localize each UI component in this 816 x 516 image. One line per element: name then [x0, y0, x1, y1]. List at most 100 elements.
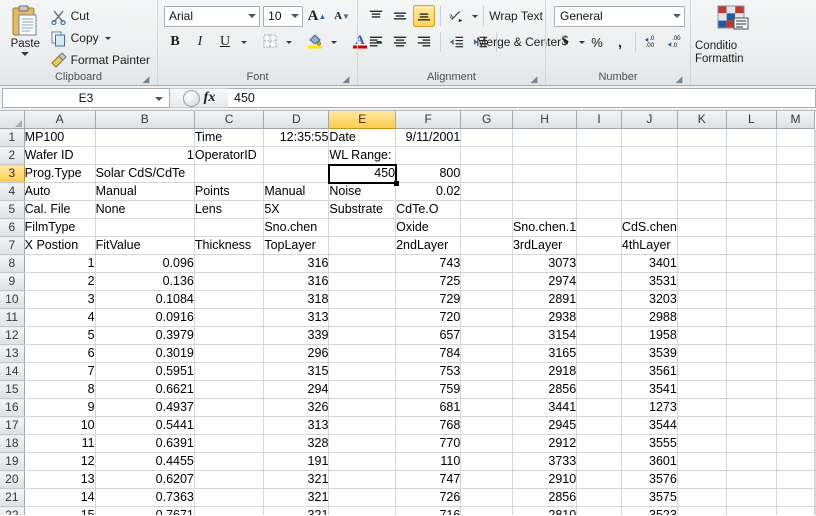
cell-M3[interactable] [776, 164, 815, 183]
cell-K12[interactable] [677, 326, 727, 345]
cell-K18[interactable] [677, 434, 727, 453]
cell-I21[interactable] [576, 488, 622, 507]
cell-A21[interactable]: 14 [24, 488, 96, 507]
chevron-down-icon[interactable] [248, 13, 257, 18]
cell-C6[interactable] [194, 218, 265, 237]
cell-M14[interactable] [776, 362, 815, 381]
cell-spacer-19[interactable] [814, 452, 816, 471]
cell-A22[interactable]: 15 [24, 506, 96, 515]
cell-spacer-1[interactable] [814, 128, 816, 147]
cell-C2[interactable]: OperatorID [194, 146, 265, 165]
cell-L7[interactable] [726, 236, 778, 255]
cell-L16[interactable] [726, 398, 778, 417]
cell-D14[interactable]: 315 [263, 362, 330, 381]
cell-L15[interactable] [726, 380, 778, 399]
cell-L12[interactable] [726, 326, 778, 345]
row-header-19[interactable]: 19 [0, 452, 25, 471]
cell-M15[interactable] [776, 380, 815, 399]
cell-D22[interactable]: 321 [263, 506, 330, 515]
cell-G1[interactable] [460, 128, 513, 147]
column-header-b[interactable]: B [95, 111, 195, 129]
cell-B7[interactable]: FitValue [95, 236, 195, 255]
cell-F9[interactable]: 725 [395, 272, 462, 291]
cell-B3[interactable]: Solar CdS/CdTe [95, 164, 195, 183]
row-header-17[interactable]: 17 [0, 416, 25, 435]
cell-L19[interactable] [726, 452, 778, 471]
cell-H4[interactable] [512, 182, 578, 201]
cell-B17[interactable]: 0.5441 [95, 416, 195, 435]
row-header-14[interactable]: 14 [0, 362, 25, 381]
percent-style-button[interactable]: % [586, 31, 608, 53]
cell-M19[interactable] [776, 452, 815, 471]
column-header-j[interactable]: J [621, 111, 678, 129]
cell-L14[interactable] [726, 362, 778, 381]
cell-spacer-22[interactable] [814, 506, 816, 515]
cell-F8[interactable]: 743 [395, 254, 462, 273]
bold-button[interactable]: B [164, 31, 186, 53]
cell-H10[interactable]: 2891 [512, 290, 578, 309]
cell-B13[interactable]: 0.3019 [95, 344, 195, 363]
paste-button[interactable]: Paste [4, 3, 47, 70]
cell-I1[interactable] [576, 128, 622, 147]
cell-A4[interactable]: Auto [24, 182, 96, 201]
cell-L11[interactable] [726, 308, 778, 327]
cell-F22[interactable]: 716 [395, 506, 462, 515]
row-header-1[interactable]: 1 [0, 128, 25, 147]
cell-G3[interactable] [460, 164, 513, 183]
cell-I22[interactable] [576, 506, 622, 515]
cell-E2[interactable]: WL Range: [328, 146, 397, 165]
cell-A2[interactable]: Wafer ID [24, 146, 96, 165]
cell-M11[interactable] [776, 308, 815, 327]
cell-D17[interactable]: 313 [263, 416, 330, 435]
cell-D9[interactable]: 316 [263, 272, 330, 291]
cell-A6[interactable]: FilmType [24, 218, 96, 237]
font-size-combo[interactable]: 10 [263, 5, 303, 27]
cell-M4[interactable] [776, 182, 815, 201]
column-header-g[interactable]: G [460, 111, 513, 129]
cell-L4[interactable] [726, 182, 778, 201]
cell-L22[interactable] [726, 506, 778, 515]
cell-D4[interactable]: Manual [263, 182, 330, 201]
cell-L2[interactable] [726, 146, 778, 165]
row-header-21[interactable]: 21 [0, 488, 25, 507]
cell-A17[interactable]: 10 [24, 416, 96, 435]
cell-A11[interactable]: 4 [24, 308, 96, 327]
cell-I11[interactable] [576, 308, 622, 327]
row-header-15[interactable]: 15 [0, 380, 25, 399]
cell-H11[interactable]: 2938 [512, 308, 578, 327]
select-all-button[interactable] [0, 111, 25, 129]
cell-C1[interactable]: Time [194, 128, 265, 147]
cell-F13[interactable]: 784 [395, 344, 462, 363]
cell-M10[interactable] [776, 290, 815, 309]
cell-J9[interactable]: 3531 [621, 272, 678, 291]
cell-J5[interactable] [621, 200, 678, 219]
cell-spacer-2[interactable] [814, 146, 816, 165]
number-format-combo[interactable]: General [554, 5, 685, 27]
cell-M1[interactable] [776, 128, 815, 147]
cell-F16[interactable]: 681 [395, 398, 462, 417]
cell-K10[interactable] [677, 290, 727, 309]
cell-F5[interactable]: CdTe.O [395, 200, 462, 219]
row-header-8[interactable]: 8 [0, 254, 25, 273]
cell-K17[interactable] [677, 416, 727, 435]
cell-K5[interactable] [677, 200, 727, 219]
cell-K3[interactable] [677, 164, 727, 183]
cell-F12[interactable]: 657 [395, 326, 462, 345]
cell-E12[interactable] [328, 326, 397, 345]
cell-B18[interactable]: 0.6391 [95, 434, 195, 453]
align-left-button[interactable] [365, 31, 387, 53]
cell-E7[interactable] [328, 236, 397, 255]
cell-J11[interactable]: 2988 [621, 308, 678, 327]
cell-H8[interactable]: 3073 [512, 254, 578, 273]
cell-C15[interactable] [194, 380, 265, 399]
cell-A19[interactable]: 12 [24, 452, 96, 471]
cell-spacer-4[interactable] [814, 182, 816, 201]
increase-decimal-button[interactable]: .0 .00 [640, 31, 663, 53]
cell-I4[interactable] [576, 182, 622, 201]
cell-I18[interactable] [576, 434, 622, 453]
orientation-button[interactable]: a [446, 5, 468, 27]
cell-C17[interactable] [194, 416, 265, 435]
cell-J1[interactable] [621, 128, 678, 147]
cell-E19[interactable] [328, 452, 397, 471]
cell-E14[interactable] [328, 362, 397, 381]
